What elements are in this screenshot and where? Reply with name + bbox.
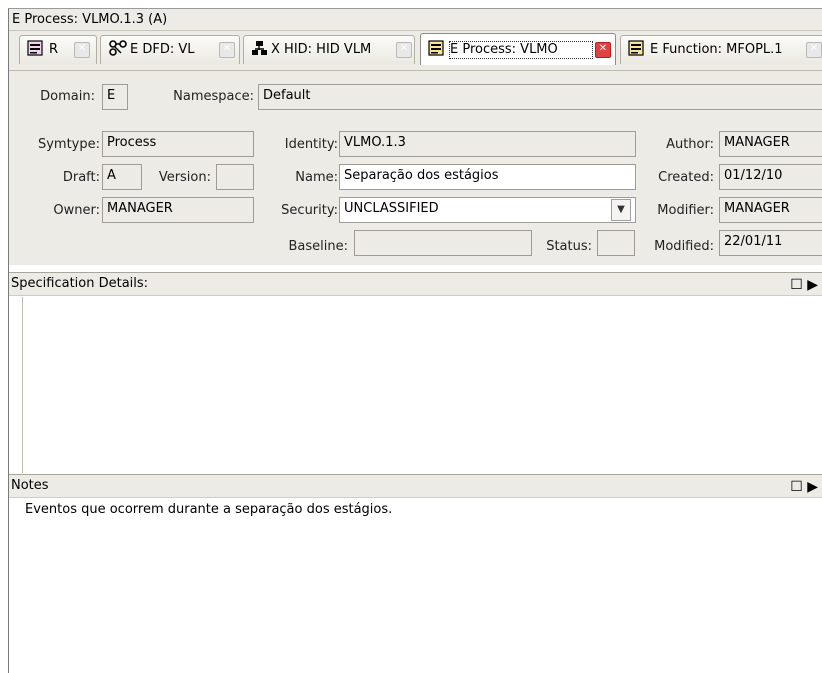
close-tab-icon[interactable]: ✕ — [74, 42, 90, 58]
hierarchy-diagram-icon — [251, 40, 269, 60]
tab-r[interactable]: R ✕ — [19, 35, 97, 64]
owner-label: Owner: — [53, 203, 100, 218]
tab-label: E Function: MFOPL.1 — [650, 42, 783, 57]
draft-label: Draft: — [62, 170, 100, 185]
dfd-diagram-icon — [108, 40, 128, 60]
expand-arrow-icon[interactable]: ▶ — [807, 479, 818, 495]
tab-process[interactable]: E Process: VLMO ✕ — [420, 33, 616, 65]
draft-field: A — [102, 164, 142, 190]
modifier-field: MANAGER — [719, 197, 822, 223]
document-icon — [428, 39, 448, 60]
author-field: MANAGER — [719, 131, 822, 157]
identity-label: Identity: — [284, 137, 338, 152]
window-title: E Process: VLMO.1.3 (A) — [9, 9, 822, 31]
close-tab-icon[interactable]: ✕ — [396, 42, 412, 58]
tab-label: E Process: VLMO — [449, 40, 593, 59]
modified-field: 22/01/11 — [719, 230, 822, 256]
baseline-label: Baseline: — [288, 239, 349, 254]
status-field — [597, 230, 635, 256]
baseline-field — [354, 230, 532, 256]
status-label: Status: — [546, 239, 592, 254]
close-tab-icon[interactable]: ✕ — [595, 41, 611, 58]
namespace-label: Namespace: — [173, 89, 254, 104]
created-label: Created: — [658, 170, 714, 185]
modified-label: Modified: — [654, 239, 714, 254]
expand-arrow-icon[interactable]: ▶ — [807, 277, 818, 293]
created-field: 01/12/10 — [719, 164, 822, 190]
tab-strip: R ✕ E DFD: VL ✕ X HID: HID VLM ✕ E Proce… — [9, 31, 822, 71]
security-value: UNCLASSIFIED — [344, 201, 439, 216]
author-label: Author: — [666, 137, 714, 152]
security-label: Security: — [281, 203, 338, 218]
domain-field[interactable]: E — [102, 84, 128, 110]
owner-field: MANAGER — [102, 197, 254, 223]
notes-text: Eventos que ocorrem durante a separação … — [25, 502, 393, 517]
spec-details-text — [23, 297, 822, 299]
tab-label: X HID: HID VLM — [271, 42, 372, 57]
close-tab-icon[interactable]: ✕ — [219, 42, 235, 58]
spec-details-body[interactable] — [22, 297, 822, 473]
modifier-label: Modifier: — [657, 203, 714, 218]
version-label: Version: — [158, 170, 211, 185]
document-icon — [27, 40, 47, 60]
notes-header: Notes ☐ ▶ — [9, 474, 822, 498]
domain-label: Domain: — [40, 89, 95, 104]
symtype-label: Symtype: — [37, 137, 100, 152]
tab-function[interactable]: E Function: MFOPL.1 ✕ — [620, 35, 822, 64]
symtype-field: Process — [102, 131, 254, 157]
name-label: Name: — [295, 170, 338, 185]
notes-title: Notes — [11, 478, 49, 493]
tab-dfd[interactable]: E DFD: VL ✕ — [100, 35, 240, 64]
maximize-icon[interactable]: ☐ — [790, 479, 803, 495]
maximize-icon[interactable]: ☐ — [790, 277, 803, 293]
document-icon — [628, 40, 648, 60]
chevron-down-icon[interactable]: ▼ — [611, 199, 631, 221]
notes-body[interactable]: Eventos que ocorrem durante a separação … — [9, 499, 822, 673]
spec-details-title: Specification Details: — [11, 276, 149, 291]
identity-field: VLMO.1.3 — [339, 131, 636, 157]
close-tab-icon[interactable]: ✕ — [806, 42, 822, 58]
spec-details-header: Specification Details: ☐ ▶ — [9, 272, 822, 296]
name-input[interactable]: Separação dos estágios — [339, 164, 636, 190]
tab-label: R — [49, 42, 59, 57]
version-field — [216, 164, 254, 190]
tab-label: E DFD: VL — [130, 42, 195, 57]
tab-hid[interactable]: X HID: HID VLM ✕ — [243, 35, 415, 64]
namespace-field[interactable]: Default — [258, 84, 822, 110]
security-select[interactable]: UNCLASSIFIED — [339, 197, 636, 223]
